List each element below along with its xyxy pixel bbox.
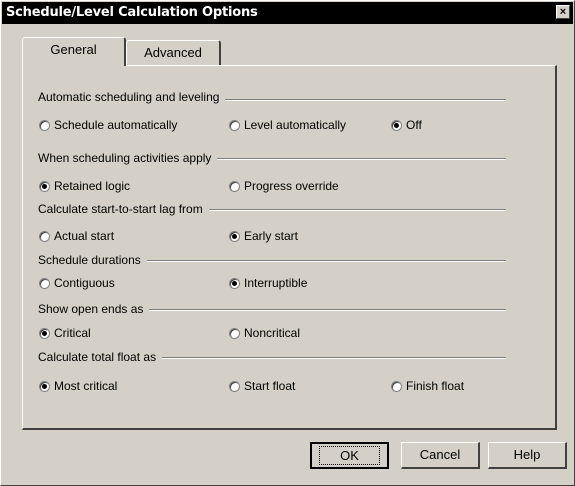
radio-level-automatically[interactable]: Level automatically [229,118,346,132]
close-button[interactable]: × [556,5,570,19]
radio-button-selected-icon [391,119,402,131]
radio-button-selected-icon [39,327,50,339]
radio-early-start[interactable]: Early start [229,229,298,243]
radio-label: Finish float [406,379,465,393]
radio-most-critical[interactable]: Most critical [39,379,117,393]
radio-button-icon [39,277,50,289]
radio-schedule-automatically[interactable]: Schedule automatically [39,118,177,132]
radio-label: Actual start [54,229,115,243]
help-button[interactable]: Help [488,442,567,469]
radio-label: Interruptible [244,276,308,290]
radio-off[interactable]: Off [391,118,422,132]
radio-label: Contiguous [54,276,115,290]
radio-finish-float[interactable]: Finish float [391,379,464,393]
radio-actual-start[interactable]: Actual start [39,229,114,243]
radio-critical[interactable]: Critical [39,326,91,340]
radio-label: Start float [244,379,296,393]
group-label-apply: When scheduling activities apply [38,151,218,165]
group-label-lag: Calculate start-to-start lag from [38,202,209,216]
radio-progress-override[interactable]: Progress override [229,179,339,193]
ok-button[interactable]: OK [310,442,389,469]
radio-label: Progress override [244,179,339,193]
radio-label: Retained logic [54,179,131,193]
radio-button-icon [229,380,240,392]
radio-retained-logic[interactable]: Retained logic [39,179,130,193]
radio-start-float[interactable]: Start float [229,379,295,393]
radio-interruptible[interactable]: Interruptible [229,276,307,290]
ok-button-label: OK [319,446,380,465]
tab-general[interactable]: General [22,37,126,66]
radio-button-icon [229,119,240,131]
radio-label: Most critical [54,379,118,393]
radio-button-icon [229,180,240,192]
radio-button-selected-icon [229,277,240,289]
group-label-durations: Schedule durations [38,253,147,267]
group-label-open-ends: Show open ends as [38,302,150,316]
radio-label: Early start [244,229,299,243]
radio-button-icon [39,119,50,131]
radio-label: Off [406,118,422,132]
tab-advanced[interactable]: Advanced [126,40,221,65]
group-label-float: Calculate total float as [38,350,163,364]
dialog-window: Schedule/Level Calculation Options × Gen… [0,0,575,486]
radio-label: Level automatically [244,118,347,132]
radio-button-selected-icon [39,180,50,192]
radio-button-icon [229,327,240,339]
group-label-auto: Automatic scheduling and leveling [38,90,226,104]
radio-button-icon [391,380,402,392]
radio-button-selected-icon [229,230,240,242]
title-bar: Schedule/Level Calculation Options × [2,2,573,24]
radio-button-selected-icon [39,380,50,392]
radio-label: Critical [54,326,91,340]
radio-contiguous[interactable]: Contiguous [39,276,115,290]
radio-label: Noncritical [244,326,301,340]
radio-noncritical[interactable]: Noncritical [229,326,300,340]
cancel-button[interactable]: Cancel [401,442,480,469]
window-title: Schedule/Level Calculation Options [6,5,258,20]
radio-button-icon [39,230,50,242]
radio-label: Schedule automatically [54,118,178,132]
